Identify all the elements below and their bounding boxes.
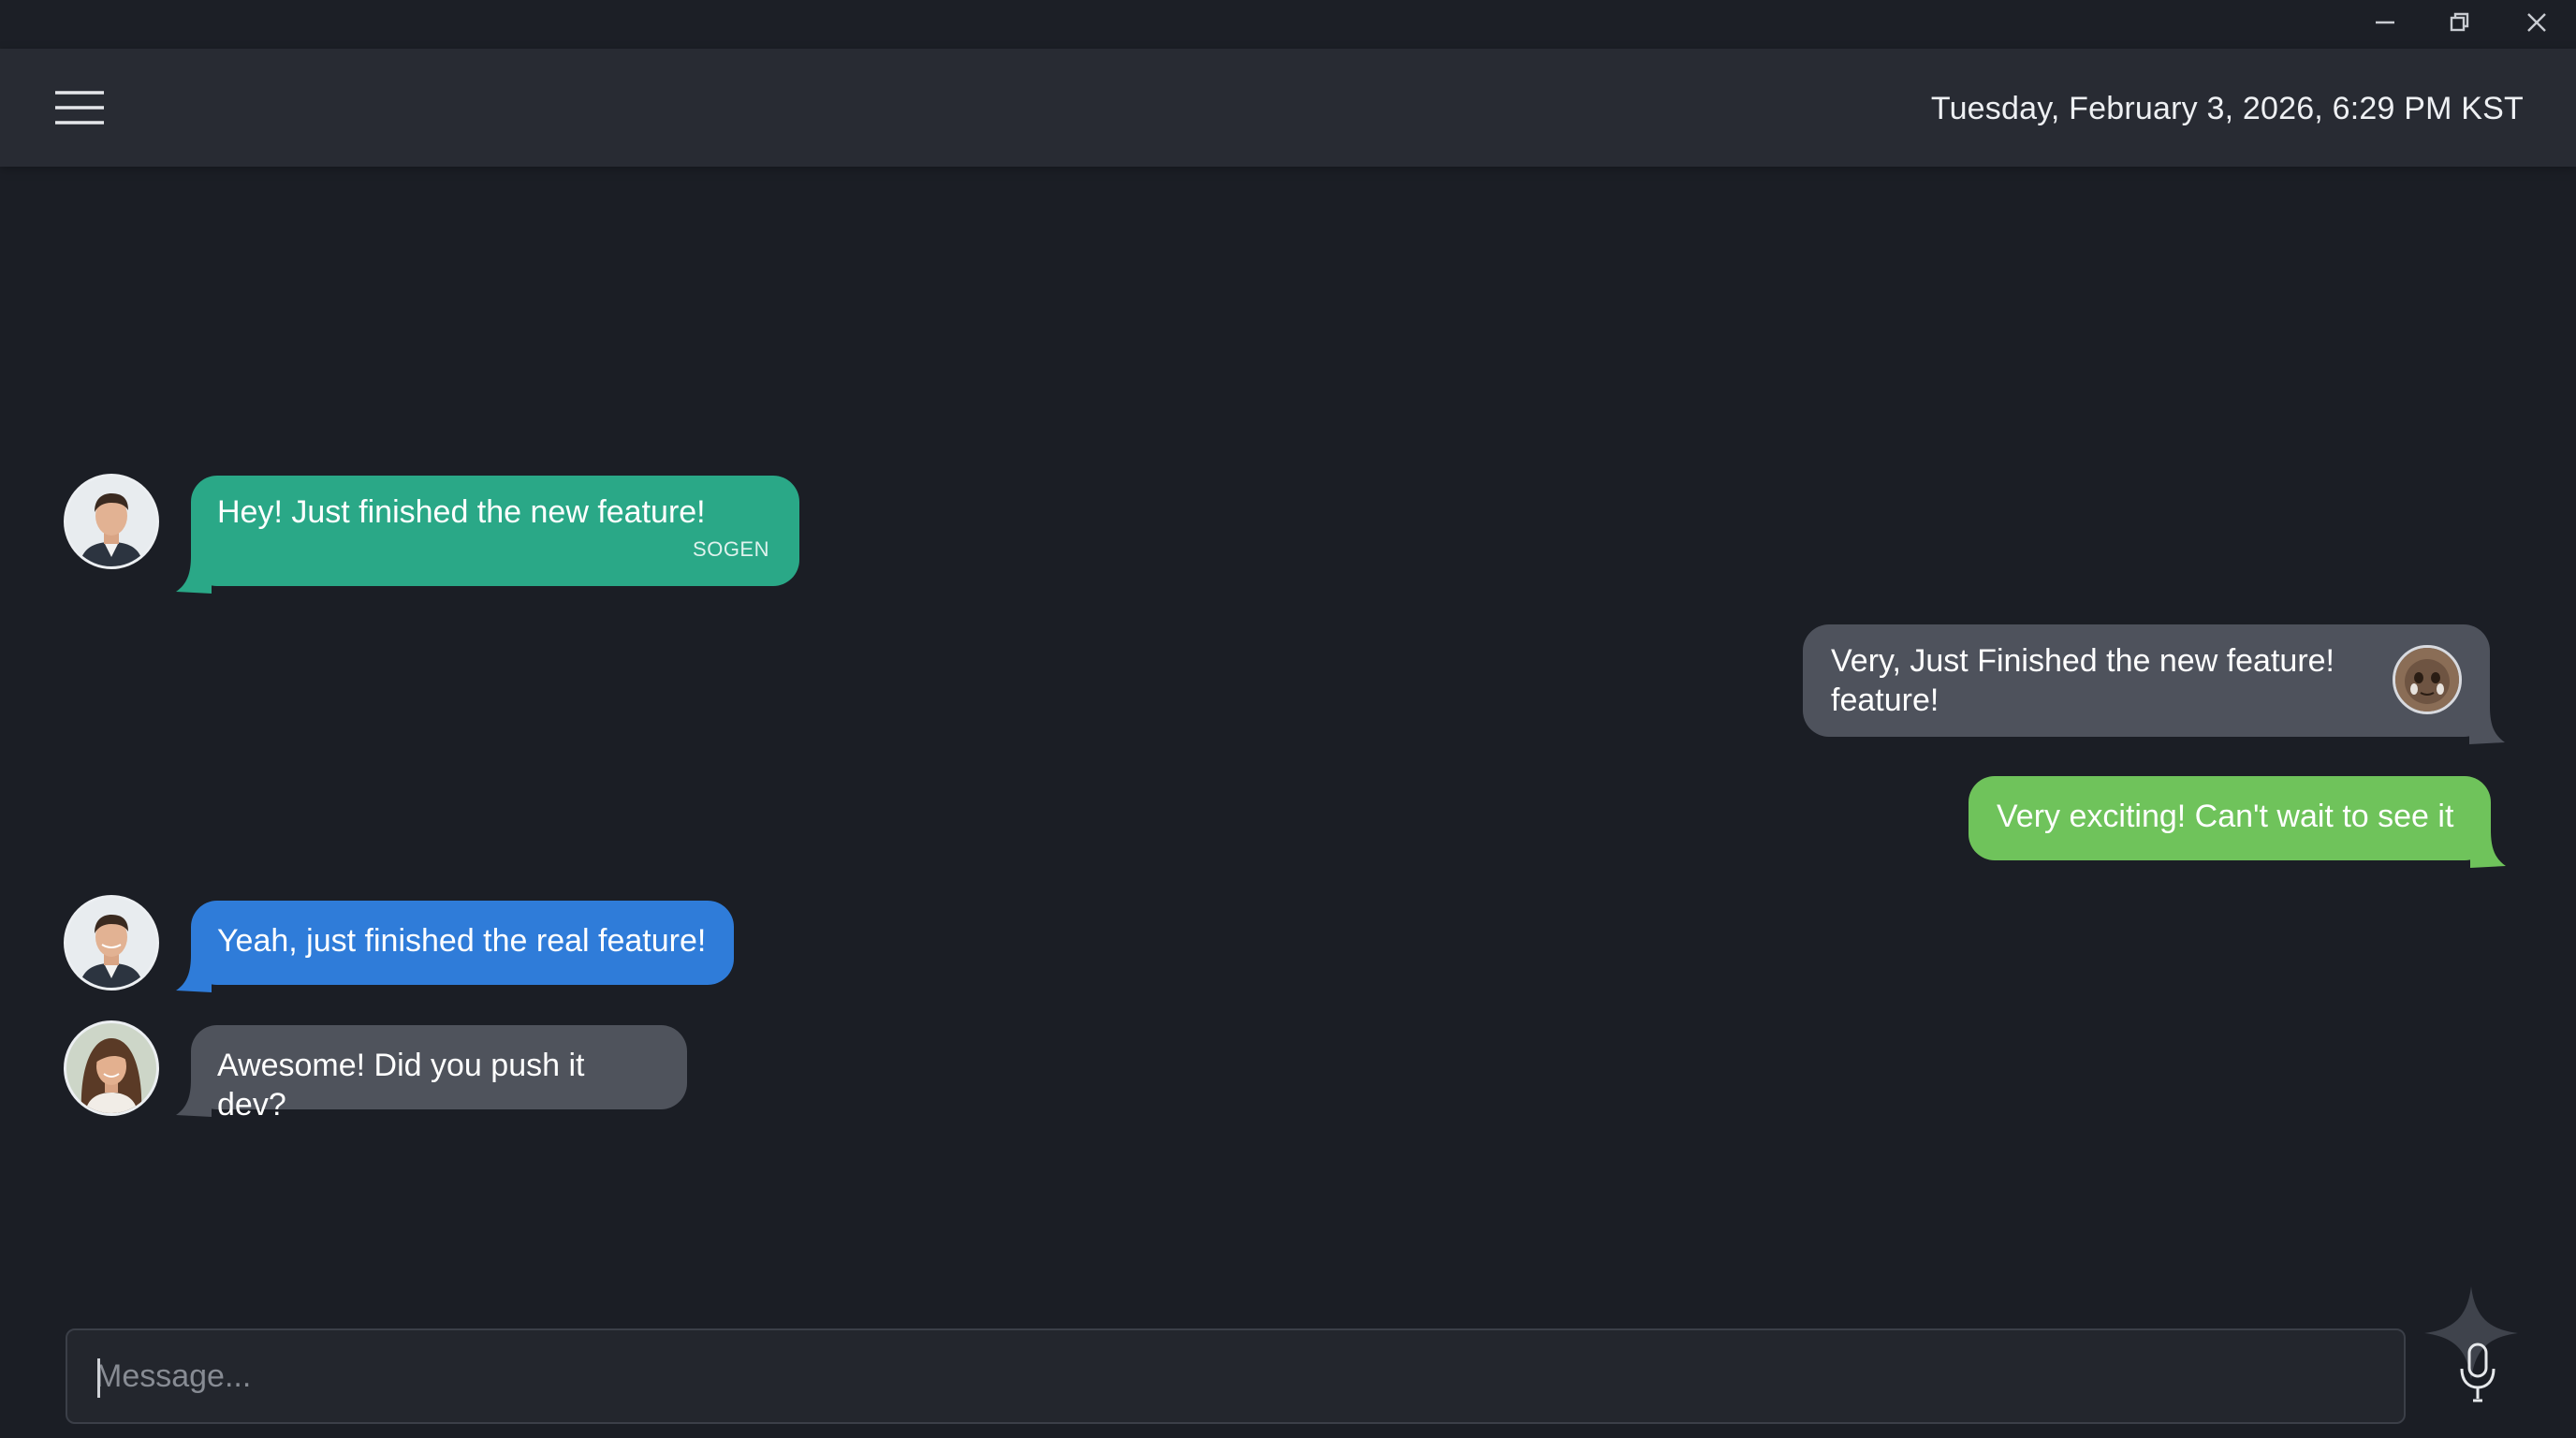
message-text-line-2: feature! bbox=[1831, 682, 1939, 718]
app-header: Tuesday, February 3, 2026, 6:29 PM KST bbox=[0, 49, 2576, 167]
restore-button[interactable] bbox=[2422, 0, 2497, 45]
menu-button[interactable] bbox=[51, 82, 109, 133]
header-datetime: Tuesday, February 3, 2026, 6:29 PM KST bbox=[1930, 91, 2524, 126]
close-icon bbox=[2527, 13, 2546, 32]
emoji-avatar[interactable] bbox=[2393, 645, 2462, 714]
message-composer bbox=[66, 1328, 2406, 1424]
message-input[interactable] bbox=[67, 1330, 2404, 1422]
message-text: Very exciting! Can't wait to see it bbox=[1997, 799, 2454, 834]
message-text: Awesome! Did you push it dev? bbox=[217, 1048, 585, 1123]
message-text: Very, Just Finished the new feature! fea… bbox=[1831, 641, 2462, 720]
message-text-line-1: Very, Just Finished the new feature! bbox=[1831, 643, 2334, 679]
minimize-button[interactable] bbox=[2348, 0, 2422, 45]
man-avatar[interactable] bbox=[64, 474, 159, 569]
message-bubble-4[interactable]: Yeah, just finished the real feature! bbox=[176, 901, 734, 992]
text-caret bbox=[97, 1358, 100, 1398]
chat-window: Tuesday, February 3, 2026, 6:29 PM KST H… bbox=[0, 0, 2576, 1438]
title-bar bbox=[0, 0, 2576, 49]
woman-avatar[interactable] bbox=[64, 1020, 159, 1116]
restore-icon bbox=[2450, 12, 2469, 32]
message-text: Yeah, just finished the real feature! bbox=[217, 923, 707, 959]
message-sender: SOGEN bbox=[693, 537, 769, 561]
minimize-icon bbox=[2376, 21, 2394, 24]
message-bubble-2[interactable]: Very, Just Finished the new feature! fea… bbox=[1803, 624, 2505, 744]
microphone-icon[interactable] bbox=[2454, 1341, 2501, 1404]
message-bubble-5[interactable]: Awesome! Did you push it dev? bbox=[176, 1025, 687, 1123]
hamburger-menu-icon bbox=[55, 91, 104, 125]
close-button[interactable] bbox=[2499, 0, 2574, 45]
message-bubble-3[interactable]: Very exciting! Can't wait to see it bbox=[1969, 776, 2506, 868]
message-text: Hey! Just finished the new feature! bbox=[217, 494, 706, 530]
man-avatar[interactable] bbox=[64, 895, 159, 990]
message-bubble-1[interactable]: Hey! Just finished the new feature! SOGE… bbox=[176, 476, 799, 594]
